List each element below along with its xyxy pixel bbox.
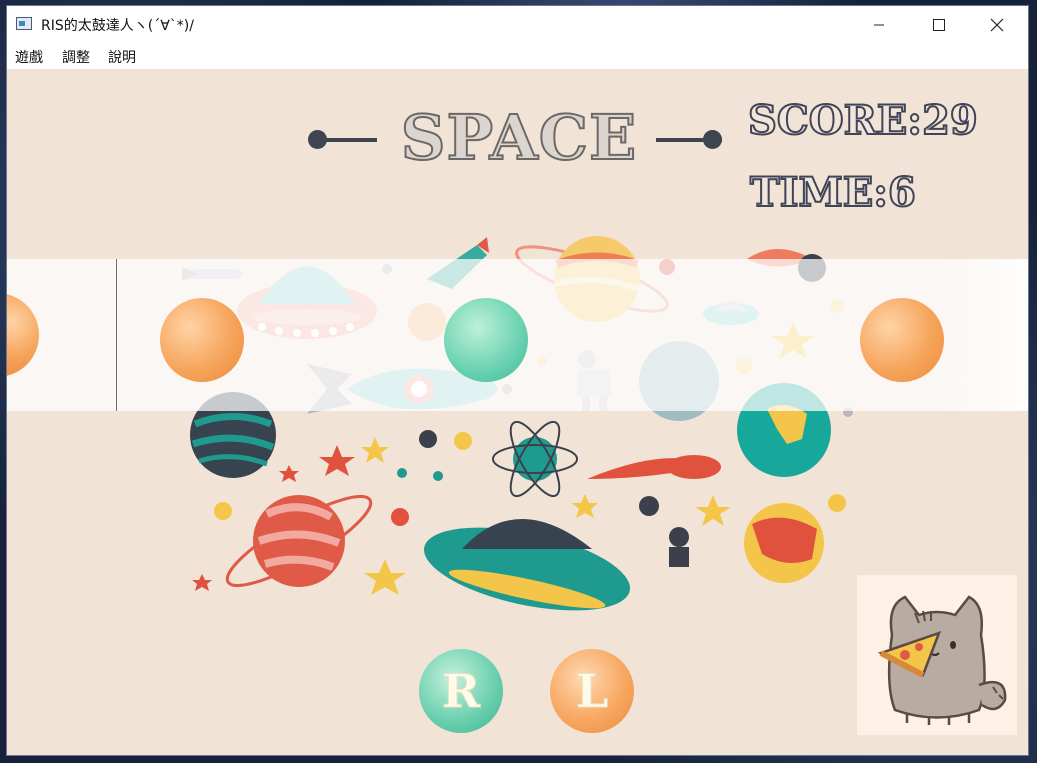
close-button[interactable]: [974, 6, 1020, 44]
game-title: SPACE: [400, 101, 638, 174]
right-key-button[interactable]: R: [419, 649, 503, 733]
teal-note: [444, 298, 528, 382]
orange-note: [860, 298, 944, 382]
title-bar[interactable]: RIS的太鼓達人ヽ(´∀`*)/: [7, 6, 1028, 44]
red-comet-icon: [587, 455, 721, 479]
title-decoration-line: [309, 138, 377, 142]
close-icon: [990, 18, 1004, 32]
mascot-panel: [857, 575, 1017, 735]
minimize-icon: [874, 24, 884, 26]
title-decoration-dot: [703, 130, 722, 149]
menu-game[interactable]: 遊戲: [15, 47, 43, 67]
menu-settings[interactable]: 調整: [62, 47, 90, 67]
maximize-button[interactable]: [916, 6, 962, 44]
atom-planet-icon: [492, 420, 578, 498]
ringed-planet-icon: [225, 494, 373, 588]
game-window: RIS的太鼓達人ヽ(´∀`*)/ 遊戲 調整 說明 SPACE SCORE:29…: [7, 6, 1028, 755]
maximize-icon: [933, 19, 945, 31]
menu-help[interactable]: 說明: [108, 47, 136, 67]
window-title: RIS的太鼓達人ヽ(´∀`*)/: [41, 18, 194, 34]
game-canvas[interactable]: SPACE SCORE:29 TIME:6 R L: [7, 69, 1028, 755]
big-ufo-icon: [424, 519, 630, 611]
menu-bar: 遊戲 調整 說明: [7, 44, 1028, 68]
left-key-button[interactable]: L: [550, 649, 634, 733]
pusheen-cat-pizza-icon: [877, 595, 1007, 725]
judgement-line: [116, 259, 117, 411]
time-display: TIME:6: [749, 168, 917, 217]
astronaut-icon: [669, 527, 689, 567]
minimize-button[interactable]: [856, 6, 902, 44]
orange-note: [160, 298, 244, 382]
app-icon: [16, 17, 32, 30]
score-display: SCORE:29: [747, 96, 979, 145]
